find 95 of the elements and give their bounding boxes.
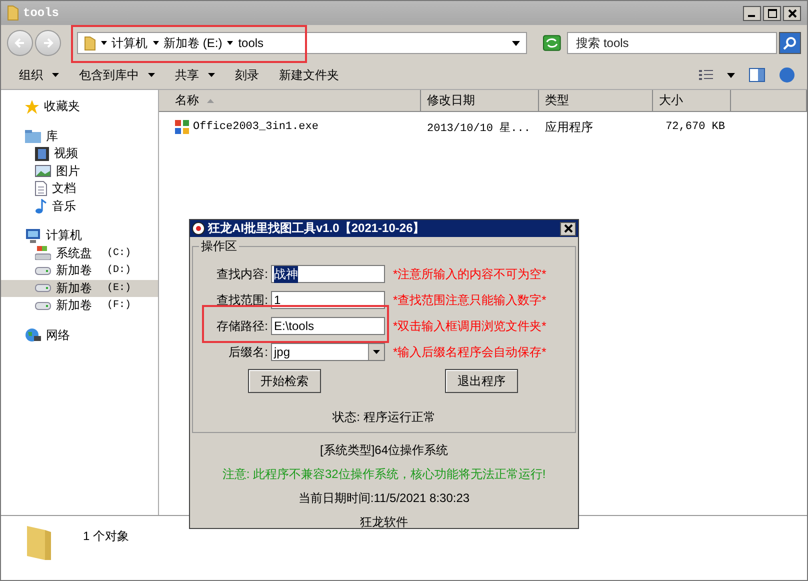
- address-bar[interactable]: 计算机 新加卷 (E:) tools: [76, 32, 528, 54]
- caret-icon: [52, 73, 59, 77]
- drive-icon: [35, 302, 51, 310]
- navigation-item[interactable]: 网络: [1, 326, 158, 344]
- back-button[interactable]: [7, 30, 33, 56]
- window-title: tools: [23, 6, 60, 20]
- column-header[interactable]: 大小: [653, 90, 731, 112]
- caret-icon: [208, 73, 215, 77]
- star-icon: [25, 100, 39, 114]
- navigation-item[interactable]: 新加卷 (D:): [1, 262, 158, 280]
- dropdown[interactable]: jpg: [271, 343, 385, 361]
- navigation-item[interactable]: 新加卷 (E:): [1, 280, 158, 297]
- field-label: 存储路径:: [216, 318, 269, 334]
- navigation-item[interactable]: 系统盘 (C:): [1, 244, 158, 262]
- view-list-icon[interactable]: [699, 69, 713, 81]
- input-field[interactable]: 战神: [271, 265, 385, 283]
- caret-icon[interactable]: [152, 41, 159, 45]
- table-cell: 72,670 KB: [666, 121, 725, 133]
- navigation-item[interactable]: 音乐: [1, 198, 158, 215]
- info-text: 狂龙软件: [360, 515, 408, 529]
- folder-icon: [84, 36, 96, 50]
- info-text: 注意: 此程序不兼容32位操作系统，核心功能将无法正常运行!: [222, 467, 546, 481]
- close-icon: [788, 8, 796, 18]
- globe-icon: [25, 328, 41, 342]
- info-text: [系统类型]64位操作系统: [320, 443, 448, 457]
- dialog-button[interactable]: 退出程序: [445, 369, 518, 393]
- refresh-icon[interactable]: [543, 35, 562, 51]
- navigation-item[interactable]: 视频: [1, 145, 158, 162]
- dialog-title: 狂龙AI批里找图工具v1.0【2021-10-26】: [208, 220, 425, 237]
- caret-icon[interactable]: [512, 40, 520, 46]
- breadcrumb[interactable]: 新加卷 (E:): [164, 34, 222, 52]
- caret-icon[interactable]: [100, 41, 107, 45]
- close-icon: [564, 224, 572, 233]
- back-arrow-icon: [14, 37, 26, 49]
- folder-icon: [25, 524, 53, 562]
- breadcrumb[interactable]: tools: [238, 36, 264, 50]
- caret-icon[interactable]: [227, 41, 234, 45]
- dialog-button[interactable]: 开始检索: [248, 369, 321, 393]
- table-cell-text: 2013/10/10 星...: [427, 121, 530, 134]
- navigation-item[interactable]: 库: [1, 128, 158, 145]
- app-icon: [192, 222, 205, 235]
- forward-arrow-icon: [42, 37, 54, 49]
- music-note-icon: [35, 198, 47, 214]
- caret-icon: [373, 350, 380, 354]
- column-header[interactable]: 修改日期: [421, 90, 539, 112]
- film-icon: [35, 146, 49, 161]
- file-name[interactable]: Office2003_3in1.exe: [193, 121, 318, 133]
- toolbar-button[interactable]: 组织: [11, 64, 67, 86]
- image-icon: [35, 165, 51, 178]
- breadcrumb[interactable]: 计算机: [112, 34, 148, 52]
- caret-icon[interactable]: [727, 72, 735, 78]
- toolbar-button[interactable]: 刻录: [227, 64, 267, 86]
- navigation-item[interactable]: 计算机: [1, 227, 158, 244]
- table-cell: 应用程序: [545, 118, 593, 136]
- hint-text: *查找范围注意只能输入数字*: [393, 292, 546, 308]
- field-label: 查找内容:: [216, 266, 269, 282]
- search-field[interactable]: 搜索 tools: [567, 32, 778, 54]
- close-button[interactable]: [560, 222, 576, 236]
- toolbar-button[interactable]: 包含到库中: [71, 64, 163, 86]
- status-text: 状态: 程序运行正常: [332, 409, 436, 426]
- hint-text: *双击输入框调用浏览文件夹*: [393, 318, 546, 334]
- caret-icon: [148, 73, 155, 77]
- hint-text: *注意所输入的内容不可为空*: [393, 266, 546, 282]
- input-field[interactable]: E:\tools: [271, 317, 385, 335]
- computer-icon: [25, 228, 41, 243]
- preview-pane-icon[interactable]: [749, 68, 765, 82]
- group-label: 操作区: [199, 238, 239, 255]
- column-header[interactable]: 名称: [159, 90, 421, 112]
- column-header[interactable]: 类型: [539, 90, 653, 112]
- drive-icon: [35, 246, 51, 260]
- hint-text: *输入后缀名程序会自动保存*: [393, 344, 546, 360]
- navigation-item[interactable]: 收藏夹: [1, 98, 158, 116]
- drive-icon: [35, 266, 51, 275]
- dropdown-arrow-button[interactable]: [368, 344, 384, 360]
- info-text: 当前日期时间:11/5/2021 8:30:23: [298, 491, 470, 505]
- navigation-item[interactable]: 图片: [1, 162, 158, 180]
- maximize-icon: [768, 8, 776, 18]
- item-count: 1 个对象: [83, 528, 130, 545]
- folder-icon: [25, 130, 41, 143]
- toolbar-button[interactable]: 新建文件夹: [271, 64, 347, 86]
- navigation-item[interactable]: 文档: [1, 180, 158, 198]
- folder-icon: [7, 5, 19, 21]
- close-button[interactable]: [783, 6, 801, 20]
- drive-icon: [35, 284, 51, 292]
- field-label: 后缀名:: [228, 344, 269, 360]
- maximize-button[interactable]: [763, 6, 781, 20]
- document-icon: [35, 181, 47, 196]
- minimize-button[interactable]: [743, 6, 761, 20]
- navigation-item[interactable]: 新加卷 (F:): [1, 297, 158, 314]
- office-icon: [175, 120, 189, 134]
- sort-arrow-icon: [207, 98, 214, 102]
- forward-button[interactable]: [34, 30, 61, 56]
- search-icon: [783, 36, 798, 50]
- search-button[interactable]: [779, 32, 801, 54]
- toolbar-button[interactable]: 共享: [167, 64, 223, 86]
